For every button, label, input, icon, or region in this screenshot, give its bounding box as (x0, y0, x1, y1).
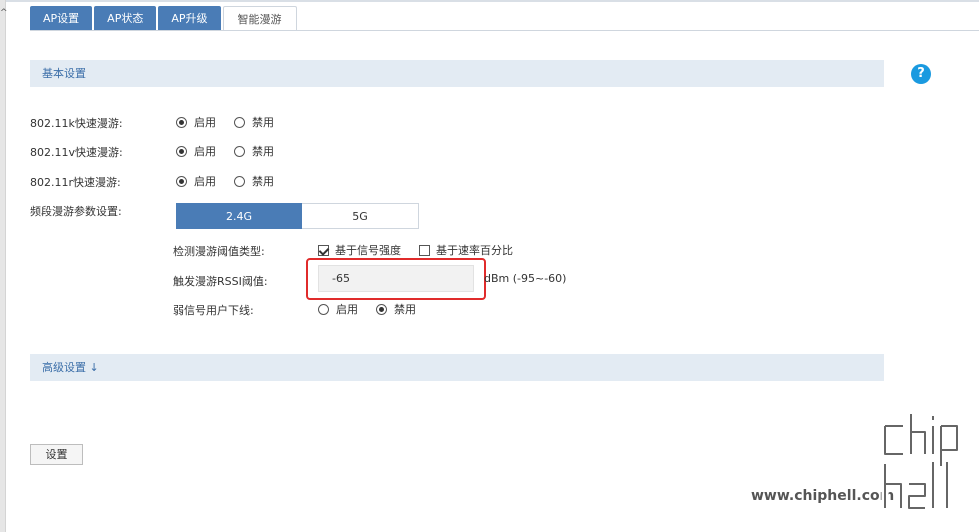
checkbox-signal-strength[interactable] (318, 244, 329, 256)
radio-label-disable: 禁用 (252, 175, 274, 188)
tab-ap-status[interactable]: AP状态 (94, 6, 157, 31)
tab-underline (30, 30, 979, 31)
radio-80211r-disable[interactable] (234, 175, 245, 187)
radio-label-enable: 启用 (336, 303, 358, 316)
radio-label-disable: 禁用 (252, 145, 274, 158)
label-80211r: 802.11r快速漫游: (30, 176, 121, 189)
checkbox-rate-percent[interactable] (419, 244, 430, 256)
rssi-unit-range: dBm (-95~-60) (484, 272, 567, 285)
label-weak-signal-kick: 弱信号用户下线: (173, 304, 254, 317)
radio-label-enable: 启用 (194, 175, 216, 188)
tab-bar: AP设置 AP状态 AP升级 智能漫游 (30, 6, 299, 31)
tab-smart-roaming[interactable]: 智能漫游 (222, 6, 297, 31)
band-24g-button[interactable]: 2.4G (176, 203, 302, 229)
advanced-settings-header[interactable]: 高级设置 ↓ (30, 354, 884, 381)
radio-weak-signal-disable[interactable] (376, 303, 387, 315)
radio-group-80211k: 启用 禁用 (176, 114, 292, 130)
radio-80211v-enable[interactable] (176, 145, 187, 157)
set-button[interactable]: 设置 (30, 444, 83, 465)
radio-80211k-disable[interactable] (234, 116, 245, 128)
radio-group-80211v: 启用 禁用 (176, 143, 292, 159)
radio-label-enable: 启用 (194, 145, 216, 158)
label-band-settings: 频段漫游参数设置: (30, 205, 122, 218)
label-threshold-type: 检测漫游阈值类型: (173, 245, 265, 258)
radio-label-disable: 禁用 (394, 303, 416, 316)
tab-ap-upgrade[interactable]: AP升级 (158, 6, 221, 31)
watermark-url: www.chiphell.com (751, 488, 895, 504)
radio-80211k-enable[interactable] (176, 116, 187, 128)
tab-ap-settings[interactable]: AP设置 (30, 6, 93, 31)
left-scroll-strip[interactable]: ^ (0, 0, 8, 532)
radio-80211v-disable[interactable] (234, 145, 245, 157)
radio-weak-signal-enable[interactable] (318, 303, 329, 315)
checkbox-label-signal-strength: 基于信号强度 (335, 244, 401, 257)
band-toggle: 2.4G 5G (176, 203, 419, 229)
radio-label-enable: 启用 (194, 116, 216, 129)
label-80211k: 802.11k快速漫游: (30, 117, 123, 130)
band-5g-button[interactable]: 5G (302, 203, 419, 229)
basic-settings-header: 基本设置 (30, 60, 884, 87)
help-icon[interactable]: ? (911, 64, 931, 84)
radio-80211r-enable[interactable] (176, 175, 187, 187)
checkbox-label-rate-percent: 基于速率百分比 (436, 244, 513, 257)
radio-group-weak-signal: 启用 禁用 (318, 301, 434, 317)
label-80211v: 802.11v快速漫游: (30, 146, 123, 159)
radio-group-80211r: 启用 禁用 (176, 173, 292, 189)
radio-label-disable: 禁用 (252, 116, 274, 129)
chiphell-logo (881, 414, 961, 512)
top-divider (6, 0, 979, 2)
label-rssi-threshold: 触发漫游RSSI阈值: (173, 275, 268, 288)
threshold-type-group: 基于信号强度 基于速率百分比 (318, 242, 531, 258)
chevron-up-icon[interactable]: ^ (0, 8, 8, 18)
highlight-box (306, 258, 486, 300)
